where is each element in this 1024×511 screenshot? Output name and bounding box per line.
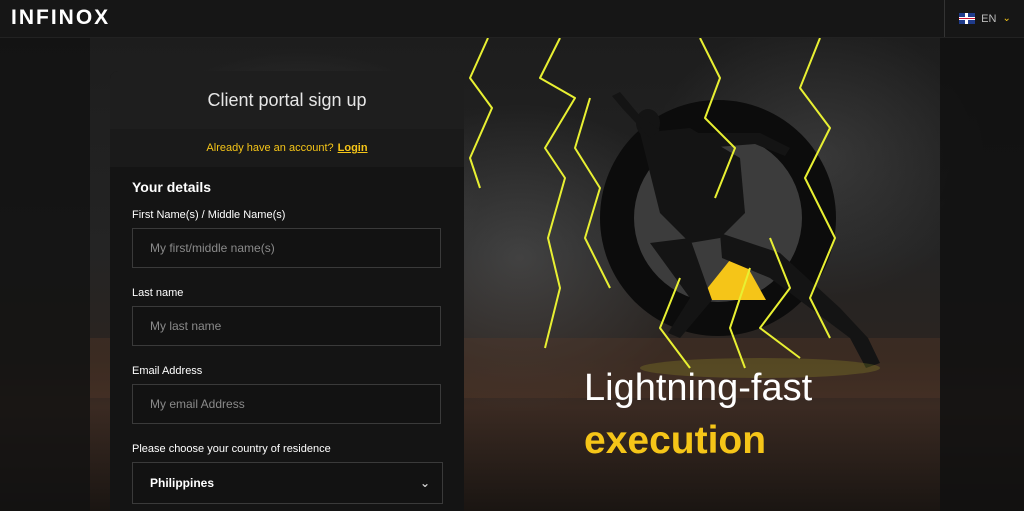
form-title: Client portal sign up: [110, 71, 464, 129]
headline-line1: Lightning-fast: [584, 367, 813, 409]
login-prompt-text: Already have an account?: [206, 142, 334, 154]
language-selector[interactable]: EN ⌄: [944, 0, 1024, 37]
country-select[interactable]: Philippines ⌄: [132, 462, 443, 504]
uk-flag-icon: [959, 13, 976, 24]
last-name-field[interactable]: [132, 306, 441, 346]
country-value: Philippines: [150, 476, 215, 490]
language-label: EN: [981, 12, 997, 25]
hero-headline: Lightning-fast execution: [584, 367, 813, 463]
right-vignette: [940, 38, 1024, 511]
section-title: Your details: [132, 179, 212, 195]
last-name-label: Last name: [132, 287, 184, 299]
form-body: Your details First Name(s) / Middle Name…: [110, 167, 464, 504]
first-name-field[interactable]: [132, 228, 441, 268]
chevron-down-icon: ⌄: [419, 476, 430, 490]
top-navigation: INFINOX EN ⌄: [0, 0, 1024, 38]
chevron-down-icon: ⌄: [1002, 13, 1011, 24]
infinox-logo[interactable]: INFINOX: [11, 6, 110, 30]
country-label: Please choose your country of residence: [132, 443, 331, 455]
left-vignette: [0, 38, 90, 511]
login-prompt-bar: Already have an account? Login: [110, 129, 464, 167]
logo-text: INFINOX: [11, 6, 111, 29]
email-label: Email Address: [132, 365, 203, 377]
signup-form-card: Client portal sign up Already have an ac…: [110, 71, 464, 511]
first-name-label: First Name(s) / Middle Name(s): [132, 209, 286, 221]
email-field[interactable]: [132, 384, 441, 424]
headline-line2: execution: [584, 418, 767, 462]
login-link[interactable]: Login: [338, 142, 368, 154]
